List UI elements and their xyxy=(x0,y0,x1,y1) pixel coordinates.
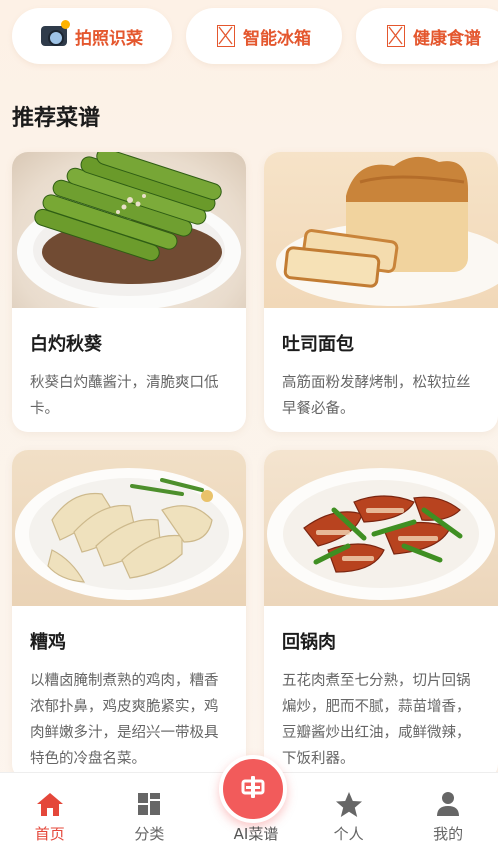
recipe-description: 高筋面粉发酵烤制，松软拉丝早餐必备。 xyxy=(282,375,471,417)
smart-fridge-button[interactable]: 智能冰箱 xyxy=(186,8,342,64)
recipe-title: 糟鸡 xyxy=(30,632,66,653)
recipe-card[interactable]: 回锅肉 五花肉煮至七分熟，切片回锅煸炒，肥而不腻，蒜苗增香，豆瓣酱炒出红油，咸鲜… xyxy=(264,450,498,780)
missing-image-icon xyxy=(217,25,235,47)
star-icon xyxy=(335,789,363,819)
photo-recognize-button[interactable]: 拍照识菜 xyxy=(12,8,172,64)
nav-personal[interactable]: 个人 xyxy=(304,789,394,844)
chicken-photo xyxy=(12,450,246,606)
nav-home-label: 首页 xyxy=(34,825,65,843)
person-icon xyxy=(436,789,460,819)
okra-photo xyxy=(12,152,246,308)
camera-icon xyxy=(41,20,70,46)
home-icon xyxy=(36,789,64,819)
bottom-navigation: 首页 分类 个人 我的 AI菜谱 xyxy=(0,755,498,852)
nav-mine[interactable]: 我的 xyxy=(403,789,493,844)
ai-recipe-button[interactable] xyxy=(219,755,287,823)
missing-image-icon xyxy=(387,25,405,47)
recipe-description: 秋葵白灼蘸酱汁，清脆爽口低卡。 xyxy=(30,375,219,417)
photo-recognize-label: 拍照识菜 xyxy=(75,28,143,49)
recipe-card[interactable]: 糟鸡 以糟卤腌制煮熟的鸡肉，糟香浓郁扑鼻，鸡皮爽脆紧实，鸡肉鲜嫩多汁，是绍兴一带… xyxy=(12,450,246,780)
ai-recipe-icon xyxy=(240,774,266,804)
recipe-description: 以糟卤腌制煮熟的鸡肉，糟香浓郁扑鼻，鸡皮爽脆紧实，鸡肉鲜嫩多汁，是绍兴一带极具特… xyxy=(30,673,219,767)
nav-category-label: 分类 xyxy=(134,825,165,843)
healthy-recipes-label: 健康食谱 xyxy=(413,28,481,49)
nav-mine-label: 我的 xyxy=(433,825,464,843)
healthy-recipes-button[interactable]: 健康食谱 xyxy=(356,8,498,64)
nav-home[interactable]: 首页 xyxy=(5,789,95,844)
nav-personal-label: 个人 xyxy=(333,825,364,843)
nav-ai-label: AI菜谱 xyxy=(233,825,279,843)
bread-photo xyxy=(264,152,498,308)
quick-actions: 拍照识菜 智能冰箱 健康食谱 xyxy=(12,8,498,64)
grid-icon xyxy=(137,789,161,819)
pork-photo xyxy=(264,450,498,606)
recipe-description: 五花肉煮至七分熟，切片回锅煸炒，肥而不腻，蒜苗增香，豆瓣酱炒出红油，咸鲜微辣，下… xyxy=(282,673,471,767)
recipe-card[interactable]: 吐司面包 高筋面粉发酵烤制，松软拉丝早餐必备。 xyxy=(264,152,498,432)
nav-category[interactable]: 分类 xyxy=(104,789,194,844)
smart-fridge-label: 智能冰箱 xyxy=(243,28,311,49)
recipe-card[interactable]: 白灼秋葵 秋葵白灼蘸酱汁，清脆爽口低卡。 xyxy=(12,152,246,432)
section-title: 推荐菜谱 xyxy=(12,106,101,131)
recipe-title: 吐司面包 xyxy=(282,334,354,355)
recipe-title: 白灼秋葵 xyxy=(30,334,102,355)
recipe-title: 回锅肉 xyxy=(282,632,336,653)
